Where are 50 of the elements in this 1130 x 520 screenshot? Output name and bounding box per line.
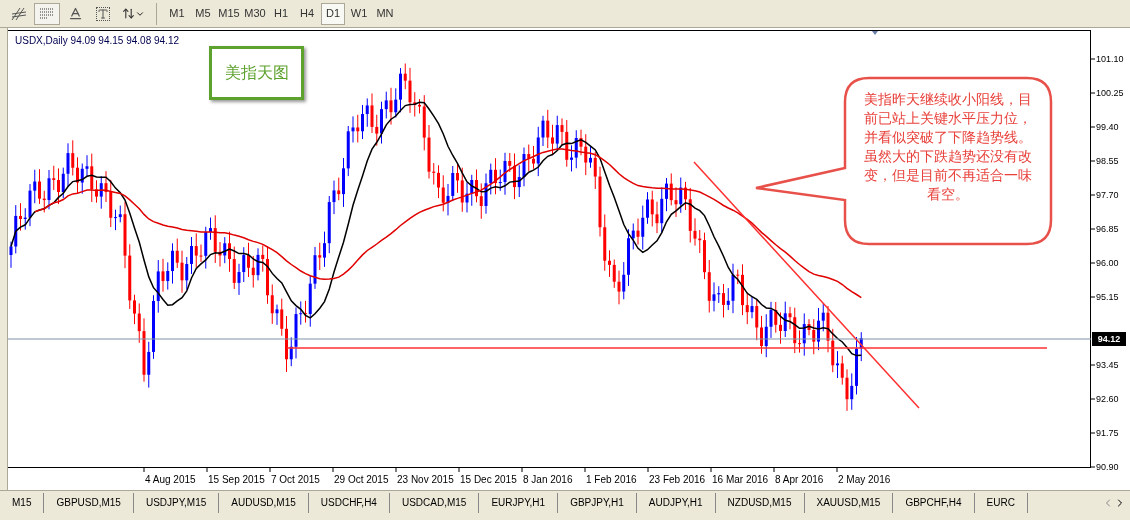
timeframe-button[interactable]: M5 — [191, 2, 215, 25]
price-tick-label: 95.15 — [1096, 292, 1119, 302]
date-tick-label: 23 Feb 2016 — [649, 474, 706, 485]
timeframe-button[interactable]: W1 — [347, 2, 371, 25]
price-tick-label: 97.70 — [1096, 190, 1119, 200]
date-tick-label: 15 Sep 2015 — [208, 474, 265, 485]
date-tick-label: 8 Apr 2016 — [775, 474, 824, 485]
price-tick-label: 101.10 — [1096, 54, 1124, 64]
current-price-label: 94.12 — [1092, 332, 1126, 346]
callout-text: 美指昨天继续收小阳线，目前已站上关键水平压力位，并看似突破了下降趋势线。虽然大的下跌趋势还没有改变，但是目前不再适合一味看空。 — [863, 90, 1033, 204]
date-tick-label: 7 Oct 2015 — [271, 474, 320, 485]
symbol-tab[interactable]: USDCAD,M15 — [389, 492, 480, 513]
price-tick-label: 98.55 — [1096, 156, 1119, 166]
date-tick-label: 1 Feb 2016 — [586, 474, 637, 485]
price-tick-label: 91.75 — [1096, 428, 1119, 438]
price-tick-label: 99.40 — [1096, 122, 1119, 132]
timeframe-button[interactable]: H1 — [269, 2, 293, 25]
date-tick-label: 8 Jan 2016 — [523, 474, 573, 485]
price-tick-label: 90.90 — [1096, 462, 1119, 472]
timeframe-button[interactable]: H4 — [295, 2, 319, 25]
symbol-tab[interactable]: EURC — [974, 492, 1028, 513]
date-tick-label: 16 Mar 2016 — [712, 474, 769, 485]
symbol-tab[interactable]: NZDUSD,M15 — [715, 492, 805, 513]
timeframe-button[interactable]: M30 — [243, 2, 267, 25]
price-tick-label: 96.00 — [1096, 258, 1119, 268]
price-tick-label: 93.45 — [1096, 360, 1119, 370]
date-tick-label: 2 May 2016 — [838, 474, 891, 485]
symbol-tab[interactable]: AUDUSD,M15 — [219, 492, 309, 513]
symbol-tab[interactable]: GBPCHF,H4 — [893, 492, 975, 513]
date-tick-label: 4 Aug 2015 — [145, 474, 196, 485]
timeframe-button[interactable]: D1 — [321, 2, 345, 25]
symbol-tab[interactable]: GBPJPY,H1 — [558, 492, 637, 513]
symbol-tab[interactable]: GBPUSD,M15 — [44, 492, 134, 513]
price-tick-label: 96.85 — [1096, 224, 1119, 234]
price-tick-label: 92.60 — [1096, 394, 1119, 404]
timeframe-button[interactable]: M1 — [165, 2, 189, 25]
symbol-tab[interactable]: M15 — [0, 492, 45, 513]
symbol-tab[interactable]: USDJPY,M15 — [133, 492, 220, 513]
chart-title-box: 美指天图 — [209, 46, 304, 100]
symbol-quote-line: USDX,Daily 94.09 94.15 94.08 94.12 — [15, 34, 179, 48]
date-tick-label: 29 Oct 2015 — [334, 474, 389, 485]
symbol-tab[interactable]: XAUUSD,M15 — [804, 492, 894, 513]
date-tick-label: 23 Nov 2015 — [397, 474, 454, 485]
price-tick-label: 100.25 — [1096, 88, 1124, 98]
symbol-tab[interactable]: AUDJPY,H1 — [636, 492, 716, 513]
symbol-tab[interactable]: EURJPY,H1 — [479, 492, 559, 513]
timeframe-button[interactable]: MN — [373, 2, 397, 25]
date-tick-label: 15 Dec 2015 — [460, 474, 517, 485]
timeframe-button[interactable]: M15 — [217, 2, 241, 25]
symbol-tab[interactable]: USDCHF,H4 — [308, 492, 390, 513]
